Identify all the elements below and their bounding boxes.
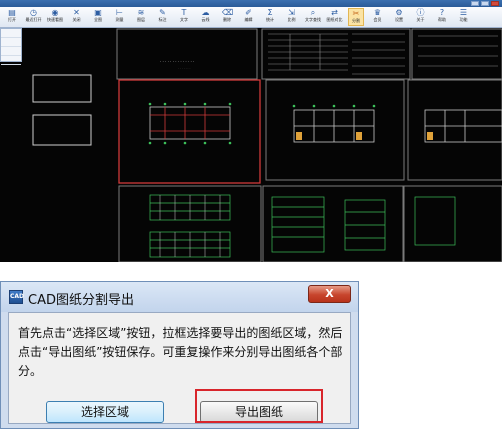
dialog-title: CAD图纸分割导出 (28, 293, 134, 308)
svg-text:· · · · · · ·: · · · · · · · (178, 66, 190, 70)
export-drawing-button[interactable]: 导出图纸 (200, 401, 318, 423)
dialog-body: 首先点击“选择区域”按钮，拉框选择要导出的图纸区域，然后点击“导出图纸”按钮保存… (8, 312, 351, 424)
dialog-titlebar[interactable]: CAD CAD图纸分割导出 X (1, 282, 358, 312)
split-export-dialog: CAD CAD图纸分割导出 X 首先点击“选择区域”按钮，拉框选择要导出的图纸区… (0, 281, 359, 429)
dialog-close-button[interactable]: X (308, 285, 351, 303)
select-region-button[interactable]: 选择区域 (46, 401, 164, 423)
svg-text:· · · · · · · · · · · · · ·: · · · · · · · · · · · · · · (160, 59, 194, 64)
selected-sheet-frame (118, 79, 261, 184)
cad-app-icon: CAD (9, 290, 24, 304)
instruction-text: 首先点击“选择区域”按钮，拉框选择要导出的图纸区域，然后点击“导出图纸”按钮保存… (18, 326, 343, 378)
drawing-canvas[interactable]: · · · · · · · · · · · · · · · · · · · · … (0, 0, 502, 262)
cad-viewer-window: ▤ 打开 ◷ 最近打开 ◉ 快速看图 ✕ 关闭 ▣ 全图 ⊢ 测量 ≋ 图层 ✎ 标注 T 文字 ☁ 云线 ⌫ 删除 ✐ 编辑… (0, 0, 502, 262)
